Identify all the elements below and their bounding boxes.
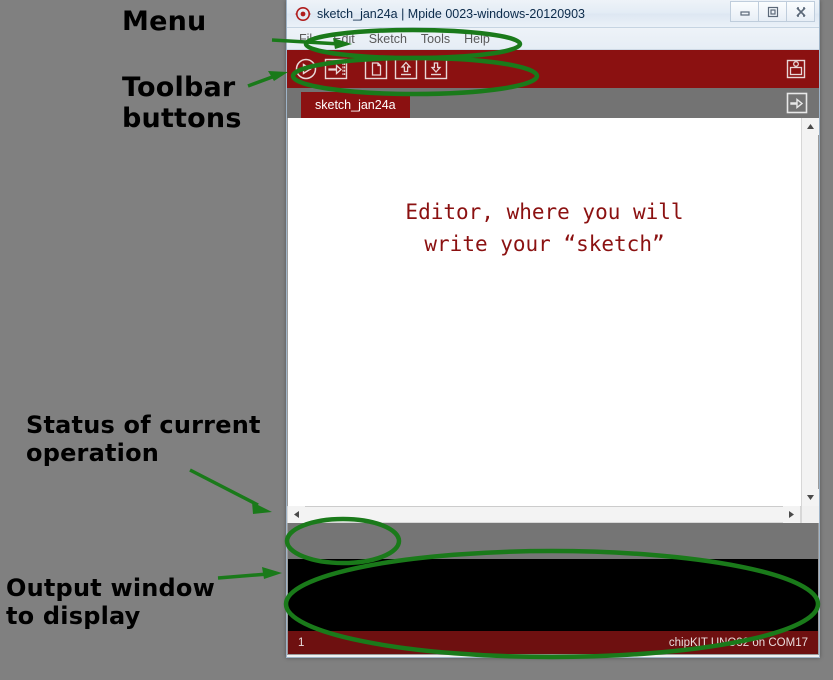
minimize-button[interactable] [730,1,759,22]
output-arrow-line [217,572,269,580]
menu-item-tools[interactable]: Tools [414,30,457,48]
status-arrow-head [252,502,272,514]
line-number-indicator: 1 [298,636,305,649]
title-bar[interactable]: sketch_jan24a | Mpide 0023-windows-20120… [287,0,819,28]
annotation-label-output: Output window to display [6,574,215,630]
serial-monitor-icon [786,59,806,79]
chevron-down-icon [806,495,814,500]
save-button[interactable] [423,56,449,82]
serial-monitor-button[interactable] [783,56,809,82]
menu-item-edit[interactable]: Edit [326,30,362,48]
menu-item-help[interactable]: Help [457,30,497,48]
tab-label: sketch_jan24a [315,98,396,112]
upload-button[interactable] [323,56,349,82]
editor-placeholder-text: Editor, where you will write your “sketc… [405,200,684,256]
output-console[interactable] [287,559,819,631]
toolbar [287,50,819,88]
open-button[interactable] [393,56,419,82]
minimize-icon [739,10,750,16]
maximize-icon [767,6,778,17]
scrollbar-corner [801,506,819,523]
close-button[interactable] [786,1,815,22]
chevron-up-icon [806,124,814,129]
editor-pane: Editor, where you will write your “sketc… [287,118,819,506]
editor-vertical-scrollbar[interactable] [801,118,819,506]
scroll-left-button[interactable] [288,506,305,523]
board-port-indicator: chipKIT UNO32 on COM17 [668,636,808,649]
menu-bar: File Edit Sketch Tools Help [287,28,819,50]
tab-menu-button[interactable] [785,91,809,115]
operation-status-strip [287,523,819,559]
tab-menu-arrow-icon [786,92,808,114]
editor-horizontal-scrollbar[interactable] [287,506,801,523]
new-button[interactable] [363,56,389,82]
window-title: sketch_jan24a | Mpide 0023-windows-20120… [317,6,586,21]
scroll-right-button[interactable] [783,506,800,523]
chevron-right-icon [789,511,794,518]
annotation-label-menu: Menu [122,6,207,37]
annotation-label-status: Status of current operation [26,411,261,467]
close-icon [795,6,806,17]
tab-sketch-jan24a[interactable]: sketch_jan24a [301,92,410,118]
maximize-button[interactable] [758,1,787,22]
scroll-down-button[interactable] [801,489,819,506]
mpide-window: sketch_jan24a | Mpide 0023-windows-20120… [286,0,820,658]
status-arrow-line [189,468,259,507]
chevron-left-icon [294,511,299,518]
annotation-label-toolbar: Toolbar buttons [122,72,242,135]
output-arrow-head [262,567,282,579]
status-bar: 1 chipKIT UNO32 on COM17 [287,631,819,655]
upload-arrow-icon [324,58,348,80]
mpide-logo-icon [295,6,311,22]
menu-item-sketch[interactable]: Sketch [362,30,414,48]
window-controls [730,1,815,22]
save-down-arrow-icon [424,58,448,80]
editor-horizontal-scroll-row [287,506,819,523]
open-up-arrow-icon [394,58,418,80]
menu-item-file[interactable]: File [292,30,326,48]
new-document-icon [364,58,388,80]
toolbar-arrow-head [268,71,288,81]
code-editor[interactable]: Editor, where you will write your “sketc… [288,118,801,506]
toolbar-arrow-line [247,74,276,88]
verify-button[interactable] [293,56,319,82]
play-circle-icon [295,58,317,80]
scroll-up-button[interactable] [801,118,819,135]
tab-bar: sketch_jan24a [287,88,819,118]
